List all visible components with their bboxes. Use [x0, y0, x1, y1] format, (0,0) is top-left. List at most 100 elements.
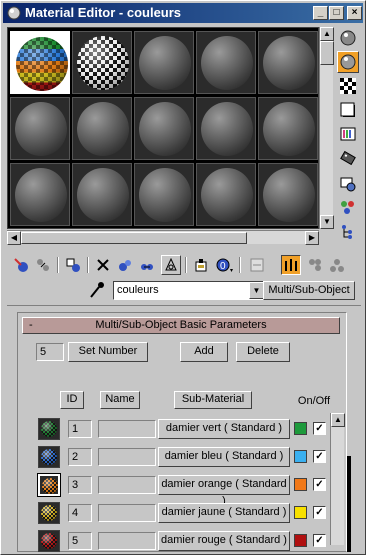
- scroll-thumb[interactable]: [21, 232, 247, 244]
- sub-material-preview[interactable]: [38, 418, 60, 440]
- delete-button[interactable]: Delete: [236, 342, 290, 362]
- sample-slot[interactable]: [134, 97, 194, 160]
- sub-material-enable-checkbox[interactable]: ✓: [313, 422, 326, 435]
- sub-material-preview[interactable]: [38, 530, 60, 552]
- put-to-scene-icon[interactable]: [33, 255, 53, 275]
- slots-horizontal-scrollbar[interactable]: ◀ ▶: [7, 230, 319, 245]
- sample-type-icon[interactable]: [337, 27, 359, 49]
- slots-vertical-scrollbar[interactable]: ▲ ▼: [319, 27, 334, 229]
- toolbar-separator: [57, 257, 59, 273]
- sample-slot[interactable]: [72, 31, 132, 94]
- sample-slot[interactable]: [134, 163, 194, 226]
- material-sphere: [16, 37, 68, 91]
- make-unique-icon[interactable]: [115, 255, 135, 275]
- sample-slot[interactable]: [258, 163, 318, 226]
- sample-slot[interactable]: [258, 31, 318, 94]
- sort-by-sub-material-button[interactable]: Sub-Material: [174, 391, 252, 409]
- sub-material-name-field[interactable]: [98, 420, 156, 438]
- sub-material-name-field[interactable]: [98, 448, 156, 466]
- sub-material-enable-checkbox[interactable]: ✓: [313, 506, 326, 519]
- sample-slot[interactable]: [134, 31, 194, 94]
- video-color-check-icon[interactable]: [337, 123, 359, 145]
- material-name-field[interactable]: couleurs ▼: [113, 281, 265, 300]
- number-of-materials-field[interactable]: 5: [36, 343, 64, 361]
- go-to-parent-icon[interactable]: [247, 255, 267, 275]
- pick-material-from-object-icon[interactable]: [305, 255, 325, 275]
- options-icon[interactable]: [337, 173, 359, 195]
- material-effects-channel-icon[interactable]: [161, 255, 181, 275]
- scroll-thumb[interactable]: [320, 41, 334, 65]
- sub-material-button[interactable]: damier jaune ( Standard ): [158, 503, 290, 523]
- rollout-header[interactable]: - Multi/Sub-Object Basic Parameters: [22, 317, 340, 334]
- material-id-field[interactable]: 1: [68, 420, 92, 438]
- make-preview-icon[interactable]: [337, 147, 359, 169]
- sub-material-scrollbar[interactable]: ▲: [330, 413, 345, 545]
- reset-map-icon[interactable]: [93, 255, 113, 275]
- sub-material-ball: [41, 505, 57, 521]
- panel-scrollbar[interactable]: [347, 456, 351, 552]
- close-button[interactable]: ×: [347, 6, 362, 20]
- sub-material-color-swatch[interactable]: [294, 506, 307, 519]
- sort-by-name-button[interactable]: Name: [100, 391, 140, 409]
- title-bar[interactable]: Material Editor - couleurs _ □ ×: [3, 3, 363, 23]
- scroll-up-icon[interactable]: ▲: [331, 413, 345, 427]
- sample-slot[interactable]: [196, 163, 256, 226]
- scroll-up-icon[interactable]: ▲: [320, 27, 334, 41]
- sample-slot[interactable]: [10, 97, 70, 160]
- put-to-library-icon[interactable]: [137, 255, 157, 275]
- sub-material-preview[interactable]: [37, 473, 61, 497]
- sample-slot[interactable]: [10, 31, 70, 94]
- sub-material-color-swatch[interactable]: [294, 534, 307, 547]
- material-navigator-icon[interactable]: [337, 221, 359, 243]
- get-material-icon[interactable]: [11, 255, 31, 275]
- select-by-material-icon[interactable]: [337, 197, 359, 219]
- material-id-field[interactable]: 3: [68, 476, 92, 494]
- assign-to-selection-icon[interactable]: [63, 255, 83, 275]
- sub-material-button[interactable]: damier orange ( Standard ): [158, 475, 290, 507]
- material-id-field[interactable]: 2: [68, 448, 92, 466]
- minimize-button[interactable]: _: [313, 6, 328, 20]
- eyedropper-icon[interactable]: [87, 281, 107, 299]
- show-end-result-icon[interactable]: 0: [215, 255, 235, 275]
- maximize-button[interactable]: □: [329, 6, 344, 20]
- sub-material-button[interactable]: damier vert ( Standard ): [158, 419, 290, 439]
- go-forward-to-sibling-icon[interactable]: [281, 255, 301, 275]
- sub-material-enable-checkbox[interactable]: ✓: [313, 534, 326, 547]
- sample-slot[interactable]: [72, 97, 132, 160]
- material-id-field[interactable]: 4: [68, 504, 92, 522]
- material-id-field[interactable]: 5: [68, 532, 92, 550]
- backlight-icon[interactable]: [337, 51, 359, 73]
- sample-slot[interactable]: [10, 163, 70, 226]
- sort-by-id-button[interactable]: ID: [60, 391, 84, 409]
- sub-material-name-field[interactable]: [98, 532, 156, 550]
- sub-material-preview[interactable]: [38, 446, 60, 468]
- chevron-down-icon[interactable]: ▼: [249, 282, 264, 299]
- sample-slot[interactable]: [72, 163, 132, 226]
- sample-slot[interactable]: [196, 31, 256, 94]
- sub-material-color-swatch[interactable]: [294, 478, 307, 491]
- material-type-button[interactable]: Multi/Sub-Object: [263, 281, 355, 300]
- scroll-left-icon[interactable]: ◀: [7, 231, 21, 245]
- scroll-right-icon[interactable]: ▶: [305, 231, 319, 245]
- sub-material-preview[interactable]: [38, 502, 60, 524]
- show-map-in-viewport-icon[interactable]: [191, 255, 211, 275]
- sub-material-name-field[interactable]: [98, 504, 156, 522]
- sample-uv-tiling-icon[interactable]: [337, 99, 359, 121]
- sample-slot[interactable]: [196, 97, 256, 160]
- sub-material-button[interactable]: damier bleu ( Standard ): [158, 447, 290, 467]
- sub-material-enable-checkbox[interactable]: ✓: [313, 478, 326, 491]
- scroll-down-icon[interactable]: ▼: [320, 215, 334, 229]
- sub-material-enable-checkbox[interactable]: ✓: [313, 450, 326, 463]
- material-map-navigator-icon[interactable]: [327, 255, 347, 275]
- sub-material-button[interactable]: damier rouge ( Standard ): [158, 531, 290, 551]
- background-checker-icon[interactable]: [337, 75, 359, 97]
- set-number-button[interactable]: Set Number: [68, 342, 148, 362]
- add-button[interactable]: Add: [180, 342, 228, 362]
- sub-material-color-swatch[interactable]: [294, 450, 307, 463]
- sub-material-color-swatch[interactable]: [294, 422, 307, 435]
- app-icon: [7, 6, 21, 20]
- on-off-header: On/Off: [297, 395, 331, 407]
- material-sphere: [77, 36, 129, 90]
- sub-material-name-field[interactable]: [98, 476, 156, 494]
- sample-slot[interactable]: [258, 97, 318, 160]
